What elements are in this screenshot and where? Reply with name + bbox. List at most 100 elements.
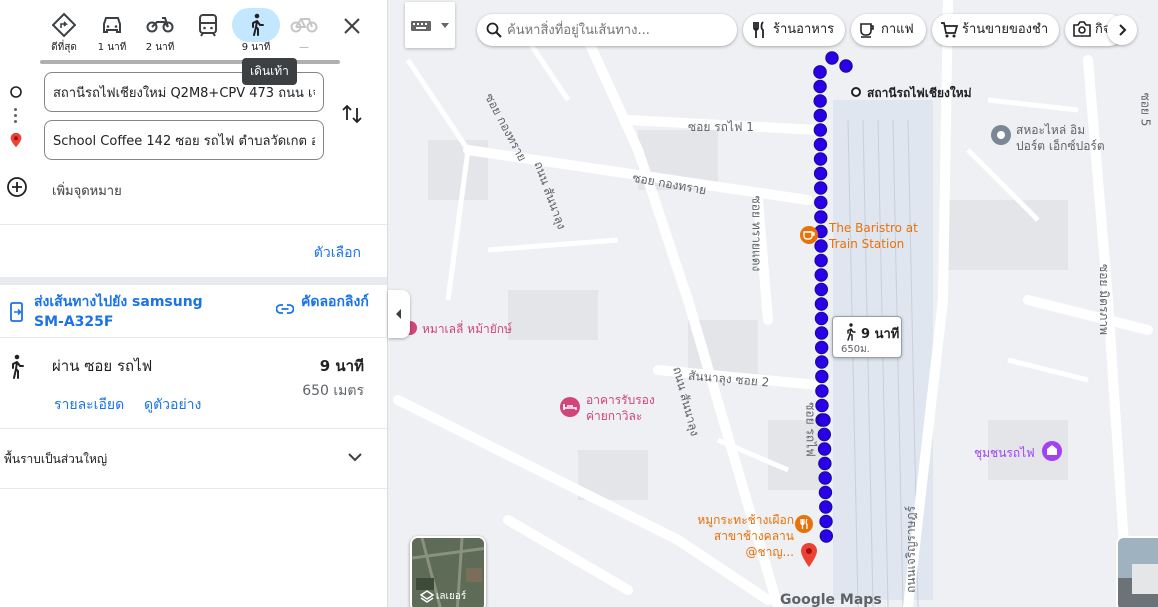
origin-circle-icon (10, 86, 22, 98)
coffee-icon (860, 23, 874, 38)
waypoint-dots (14, 108, 18, 126)
street-view-preview (1118, 538, 1158, 607)
mode-transit[interactable] (184, 8, 232, 56)
route-dot (813, 123, 828, 137)
chip-restaurants-label: ร้านอาหาร (773, 22, 835, 37)
close-icon (344, 18, 360, 34)
route-dot (818, 471, 832, 485)
route-dot (814, 253, 828, 268)
route-dot (817, 442, 832, 456)
route-preview-link[interactable]: ดูตัวอย่าง (144, 394, 201, 416)
camera-icon (1073, 21, 1091, 37)
station-label[interactable]: สถานีรถไฟเชียงใหม่ (867, 84, 972, 103)
mode-best-label: ดีที่สุด (51, 42, 77, 53)
chip-restaurants[interactable]: ร้านอาหาร (743, 14, 845, 46)
divider (0, 224, 387, 225)
club-label[interactable]: ชุมชนรถไฟ (974, 444, 1035, 463)
route-dot (819, 500, 833, 514)
caret-down-icon (441, 23, 449, 28)
route-dot (813, 65, 827, 79)
chip-grocery[interactable]: ร้านขายของชำ (932, 14, 1059, 46)
ahan-label[interactable]: อาคารรับรอง ค่ายกาวิละ (586, 392, 676, 424)
route-dot (815, 369, 829, 384)
expand-elevation-button[interactable] (346, 448, 364, 470)
chips-next-button[interactable] (1107, 15, 1137, 45)
destination-pin-icon[interactable] (800, 542, 818, 568)
mode-drive-label: 1 นาที (97, 42, 127, 53)
cafe-icon[interactable] (799, 225, 819, 245)
search-input[interactable] (507, 14, 727, 46)
route-dot (813, 108, 827, 123)
walking-icon (232, 8, 280, 42)
divider (0, 428, 387, 429)
chip-coffee[interactable]: กาแฟ (851, 14, 926, 46)
restaurant-icon (753, 21, 764, 38)
mode-best[interactable]: ดีที่สุด (40, 8, 88, 56)
search-icon (486, 22, 502, 38)
add-circle-icon (7, 177, 27, 197)
add-destination-button[interactable]: เพิ่มจุดหมาย (6, 176, 122, 200)
moo-label[interactable]: หมูกระทะช้างเผือก สาขาช้างคลาน @ชาญ... (686, 512, 794, 560)
link-icon (276, 304, 294, 314)
keyboard-icon (411, 21, 431, 31)
google-maps-logo: Google Maps (780, 592, 882, 607)
mode-motorbike[interactable]: 2 นาที (136, 8, 184, 56)
chevron-right-icon (1119, 24, 1127, 36)
mala-label[interactable]: หมาเลลี่ หม้ายักษ์ (422, 320, 512, 339)
mode-walk-label: 9 นาที (241, 42, 271, 53)
popup-distance: 650ม. (841, 344, 870, 355)
route-via: ผ่าน ซอย รถไฟ (52, 357, 153, 375)
community-icon[interactable] (1041, 440, 1063, 462)
divider (0, 488, 387, 489)
mode-bike-label: — (299, 42, 309, 53)
layers-button[interactable]: เลเยอร์ (410, 536, 486, 607)
collapse-panel-button[interactable] (388, 290, 410, 338)
route-dot (813, 152, 828, 166)
mode-walk[interactable]: 9 นาที (232, 8, 280, 56)
street-view-thumbnail[interactable] (1116, 536, 1158, 607)
poi-marker-icon[interactable] (990, 124, 1012, 146)
walking-icon (847, 323, 856, 341)
route-dot (813, 181, 828, 195)
chevron-down-icon (348, 453, 362, 462)
mode-drive[interactable]: 1 นาที (88, 8, 136, 56)
swap-waypoints-button[interactable] (340, 102, 364, 126)
send-to-phone-label: ส่งเส้นทางไปยัง samsung SM-A325F (34, 294, 203, 330)
input-tools-button[interactable] (405, 2, 455, 48)
hotel-label[interactable]: สหอะไหล่ อิมปอร์ต เอ็กซ์ปอร์ต (1016, 122, 1106, 154)
route-option-card[interactable]: ผ่าน ซอย รถไฟ 9 นาที 650 เมตร รายละเอียด… (0, 340, 387, 428)
route-dot (818, 456, 832, 471)
search-along-route[interactable] (477, 14, 737, 46)
route-dot (814, 311, 829, 326)
route-dot (817, 427, 831, 442)
baristro-label[interactable]: The Baristro at Train Station (829, 220, 929, 252)
map-canvas[interactable]: ร้านอาหาร กาแฟ ร้านขายของชำ กิจ สถานีรถไ… (388, 0, 1158, 607)
route-dot (819, 514, 833, 529)
hotel-bed-icon[interactable] (559, 396, 581, 418)
route-dot (813, 166, 828, 181)
walking-icon (12, 354, 24, 379)
destination-input[interactable] (44, 120, 324, 160)
route-duration-popup[interactable]: 9 นาที 650ม. (832, 316, 902, 358)
route-dot (839, 59, 853, 73)
route-details-link[interactable]: รายละเอียด (54, 394, 124, 416)
route-dot (814, 326, 829, 340)
mode-bike[interactable]: — (280, 8, 328, 56)
route-dot (815, 355, 829, 369)
route-duration: 9 นาที (319, 357, 364, 375)
route-options-button[interactable]: ตัวเลือก (314, 242, 361, 264)
add-destination-label: เพิ่มจุดหมาย (52, 184, 122, 199)
mode-motorbike-label: 2 นาที (145, 42, 175, 53)
swap-vertical-icon (342, 104, 362, 124)
popup-duration: 9 นาที (861, 327, 900, 342)
route-dot (814, 282, 829, 297)
restaurant-icon[interactable] (794, 514, 814, 534)
route-dot (813, 137, 828, 152)
route-dot (818, 485, 833, 500)
chevron-left-icon (396, 309, 401, 319)
route-dot (814, 340, 829, 355)
copy-link-label: คัดลอกลิงก์ (301, 294, 369, 310)
layers-label: เลเยอร์ (436, 591, 467, 602)
divider (0, 337, 387, 338)
close-directions-button[interactable] (336, 10, 368, 42)
